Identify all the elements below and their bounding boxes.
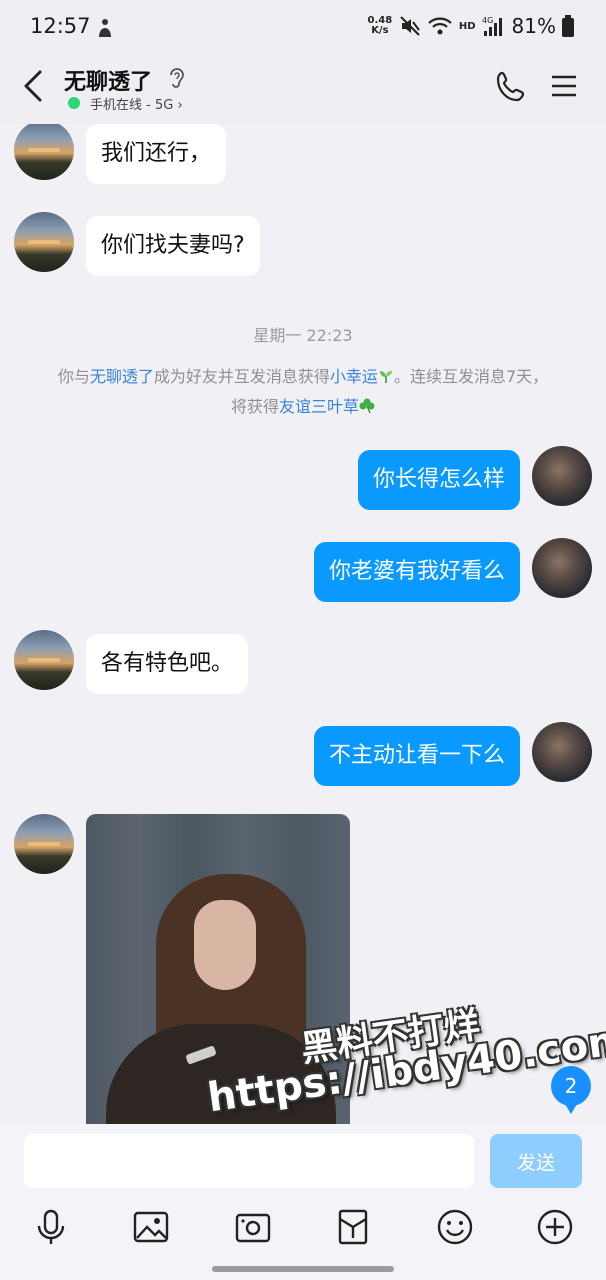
contact-avatar[interactable] [14,630,74,690]
unread-count-badge[interactable]: 2 [551,1066,591,1114]
badge-link-clover[interactable]: 友谊三叶草 [279,397,359,416]
plus-icon[interactable] [536,1208,574,1246]
ear-icon[interactable] [168,66,186,90]
contact-avatar[interactable] [14,124,74,180]
message-input[interactable] [24,1134,474,1188]
chat-header: 无聊透了 手机在线 - 5G › [0,56,606,124]
network-speed: 0.48 K/s [367,15,393,36]
contact-avatar[interactable] [14,212,74,272]
battery-icon [562,15,574,37]
home-indicator[interactable] [212,1266,394,1272]
back-button[interactable] [18,68,48,104]
message-bubble-outgoing[interactable]: 不主动让看一下么 [313,726,520,786]
clover-icon [359,398,375,414]
wifi-icon [428,17,452,35]
system-notice: 你与无聊透了成为好友并互发消息获得小幸运 。连续互发消息7天， [57,367,549,386]
my-avatar[interactable] [532,446,592,506]
online-status-dot [68,97,80,109]
status-bar: 12:57 0.48 K/s HD 4G 81% [0,0,606,56]
system-notice-line2: 将获得友谊三叶草 [0,396,606,418]
message-bubble-incoming[interactable]: 我们还行， [86,124,227,184]
online-status[interactable]: 手机在线 - 5G › [90,94,183,113]
battery-percent: 81% [511,14,556,38]
contact-name[interactable]: 无聊透了 [64,64,152,96]
mute-icon [400,16,420,36]
message-bubble-outgoing[interactable]: 你老婆有我好看么 [313,542,520,602]
microphone-icon[interactable] [32,1208,70,1246]
chat-area[interactable]: 我们还行， 你们找夫妻吗? 星期一 22:23 你与无聊透了成为好友并互发消息获… [0,124,606,1124]
camera-icon[interactable] [234,1208,272,1246]
phone-call-button[interactable] [494,70,528,104]
contact-avatar[interactable] [14,814,74,874]
notification-icon [99,19,111,37]
image-icon[interactable] [132,1208,170,1246]
badge-link-lucky[interactable]: 小幸运 [330,367,378,386]
menu-button[interactable] [550,72,578,100]
my-avatar[interactable] [532,722,592,782]
message-bubble-incoming[interactable]: 你们找夫妻吗? [86,216,260,276]
svg-text:4G: 4G [482,16,493,25]
contact-link[interactable]: 无聊透了 [90,367,154,386]
sprout-icon [379,371,392,383]
composer-bar: 发送 [0,1124,606,1280]
message-bubble-outgoing[interactable]: 你长得怎么样 [357,450,520,510]
hd-indicator: HD [458,20,476,32]
red-packet-icon[interactable] [334,1208,372,1246]
status-icons: 0.48 K/s HD 4G 81% [367,14,574,38]
message-bubble-incoming[interactable]: 各有特色吧。 [86,634,249,694]
clock: 12:57 [30,14,91,38]
my-avatar[interactable] [532,538,592,598]
emoji-icon[interactable] [436,1208,474,1246]
send-button[interactable]: 发送 [490,1134,582,1188]
signal-icon: 4G [482,16,502,36]
message-timestamp: 星期一 22:23 [253,326,353,345]
